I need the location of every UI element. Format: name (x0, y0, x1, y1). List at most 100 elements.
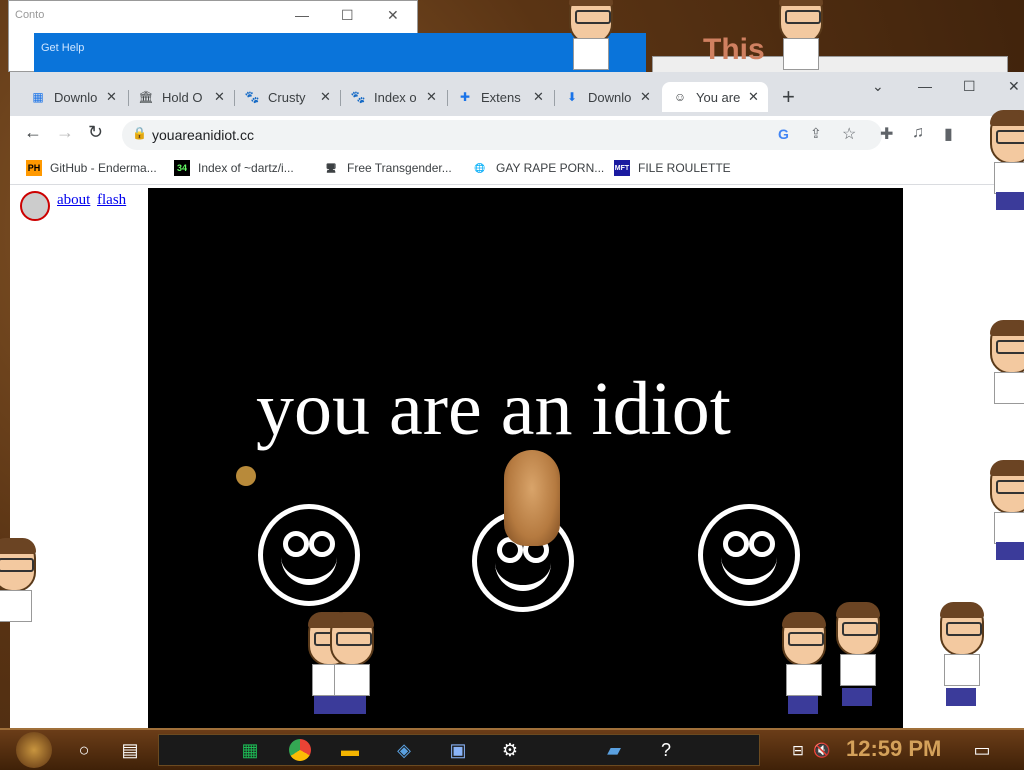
start-button[interactable] (16, 732, 52, 768)
cartoon-shirt (994, 162, 1024, 194)
maximize-icon[interactable]: ☐ (341, 7, 354, 24)
omnibox[interactable]: 🔒 youareanidiot.cc G ⇪ ☆ (122, 120, 882, 150)
maximize-icon[interactable]: ☐ (963, 78, 976, 95)
cartoon-character-bottom-2 (330, 612, 374, 726)
background-window-right-text: This (703, 33, 765, 66)
new-tab-button[interactable]: + (782, 84, 795, 110)
spreadsheet-icon[interactable]: ▦ (236, 736, 264, 764)
virtualbox-icon[interactable]: ◈ (390, 736, 418, 764)
tab-0[interactable]: ▦ Downlo ✕ (20, 82, 117, 112)
cartoon-shirt (994, 372, 1024, 404)
tab-5[interactable]: ⬇ Downlo ✕ (554, 82, 651, 112)
cat-favicon-icon: 🐾 (350, 90, 366, 104)
screen-app-icon[interactable]: ▰ (600, 736, 628, 764)
toolbar: ← → ↻ 🔒 youareanidiot.cc G ⇪ ☆ ✚ ♫ ▮ (10, 116, 1024, 154)
background-window-mid: Get Help (34, 33, 646, 75)
extensions-icon[interactable]: ✚ (880, 124, 893, 144)
forward-icon[interactable]: → (56, 122, 74, 143)
settings-gear-icon[interactable]: ⚙ (496, 736, 524, 764)
close-icon[interactable]: ✕ (1008, 78, 1020, 95)
smiley-icon: ☺ (673, 90, 687, 104)
tab-close-icon[interactable]: ✕ (214, 89, 225, 105)
tab-4[interactable]: ✚ Extens ✕ (447, 82, 544, 112)
close-icon[interactable]: ✕ (387, 7, 399, 24)
chrome-icon[interactable] (286, 736, 314, 764)
background-window-mid-title: Get Help (41, 42, 85, 54)
cartoon-character-bottom-4 (836, 602, 880, 726)
address-text[interactable]: youareanidiot.cc (152, 127, 254, 143)
notifications-icon[interactable]: ▭ (968, 736, 996, 764)
cartoon-character-edge-2 (990, 320, 1024, 412)
cartoon-head (0, 538, 36, 592)
bookmark-2[interactable]: 🖥 Free Transgender... (323, 160, 452, 176)
cartoon-shirt (334, 664, 370, 696)
bookmark-3[interactable]: 🌐 GAY RAPE PORN... (472, 160, 604, 176)
sound-muted-icon[interactable] (20, 191, 50, 221)
share-icon[interactable]: ⇪ (810, 125, 822, 142)
side-panel-icon[interactable]: ▮ (944, 124, 953, 144)
cartoon-shirt (994, 512, 1024, 544)
cartoon-character-top (565, 0, 613, 72)
download-page-icon: ▦ (32, 90, 44, 104)
tab-label: Extens (481, 89, 521, 105)
cartoon-head (330, 612, 374, 666)
archive-icon: 🏛 (138, 90, 154, 104)
cartoon-character-edge-1 (990, 110, 1024, 212)
bookmark-4[interactable]: MFT FILE ROULETTE (614, 160, 731, 176)
cartoon-pants (336, 696, 366, 714)
bookmark-label: Index of ~dartz/i... (198, 161, 294, 175)
tab-close-icon[interactable]: ✕ (640, 89, 651, 105)
tab-close-icon[interactable]: ✕ (320, 89, 331, 105)
tab-label: You are (696, 89, 740, 105)
tab-6-active[interactable]: ☺ You are ✕ (662, 82, 768, 112)
tab-close-icon[interactable]: ✕ (748, 89, 759, 105)
cartoon-pants (996, 542, 1024, 560)
pc-icon: 🖥 (325, 162, 337, 173)
lock-icon: 🔒 (132, 126, 147, 140)
tab-3[interactable]: 🐾 Index o ✕ (340, 82, 437, 112)
cartoon-shirt (944, 654, 980, 686)
help-chat-icon[interactable]: ? (652, 736, 680, 764)
bee-sprite (236, 466, 256, 486)
cartoon-shirt (840, 654, 876, 686)
minimize-icon[interactable]: — (918, 78, 932, 94)
globe-icon: 🌐 (474, 162, 486, 173)
app-window-icon[interactable]: ▣ (444, 736, 472, 764)
cartoon-head (782, 612, 826, 666)
bookmark-0[interactable]: PH GitHub - Enderma... (26, 160, 157, 176)
download-icon: ⬇ (566, 90, 578, 104)
cartoon-character-edge-3 (990, 460, 1024, 572)
back-icon[interactable]: ← (24, 122, 42, 143)
bookmark-1[interactable]: 34 Index of ~dartz/i... (174, 160, 294, 176)
cartoon-shirt (783, 38, 819, 70)
cartoon-pants (788, 696, 818, 714)
smiley-mouth (495, 549, 551, 591)
tab-2[interactable]: 🐾 Crusty ✕ (234, 82, 331, 112)
tab-close-icon[interactable]: ✕ (533, 89, 544, 105)
flash-link[interactable]: flash (97, 192, 126, 209)
bookmark-star-icon[interactable]: ☆ (842, 124, 856, 144)
reload-icon[interactable]: ↻ (88, 122, 103, 143)
mft-icon: MFT (614, 160, 630, 176)
media-icon[interactable]: ♫ (912, 124, 924, 142)
tab-close-icon[interactable]: ✕ (106, 89, 117, 105)
about-link[interactable]: about (57, 192, 90, 209)
volume-muted-icon[interactable]: 🔇 (808, 736, 836, 764)
puzzle-icon: ✚ (459, 90, 471, 104)
tab-close-icon[interactable]: ✕ (426, 89, 437, 105)
tab-1[interactable]: 🏛 Hold O ✕ (128, 82, 225, 112)
minimize-icon[interactable]: — (295, 7, 309, 23)
cartoon-character-bottom-3 (782, 612, 826, 726)
smiley-mouth (281, 543, 337, 585)
tab-search-icon[interactable]: ⌄ (872, 78, 884, 95)
google-icon[interactable]: G (778, 126, 789, 142)
search-circle-icon[interactable]: ○ (70, 736, 98, 764)
bookmark-label: Free Transgender... (347, 161, 452, 175)
file-explorer-icon[interactable]: ▬ (336, 736, 364, 764)
task-view-icon[interactable]: ▤ (116, 736, 144, 764)
hamster-sprite (504, 450, 560, 546)
cartoon-pants (842, 688, 872, 706)
bookmark-label: FILE ROULETTE (638, 161, 731, 175)
taskbar-clock[interactable]: 12:59 PM (846, 736, 941, 762)
tab-label: Index o (374, 89, 417, 105)
